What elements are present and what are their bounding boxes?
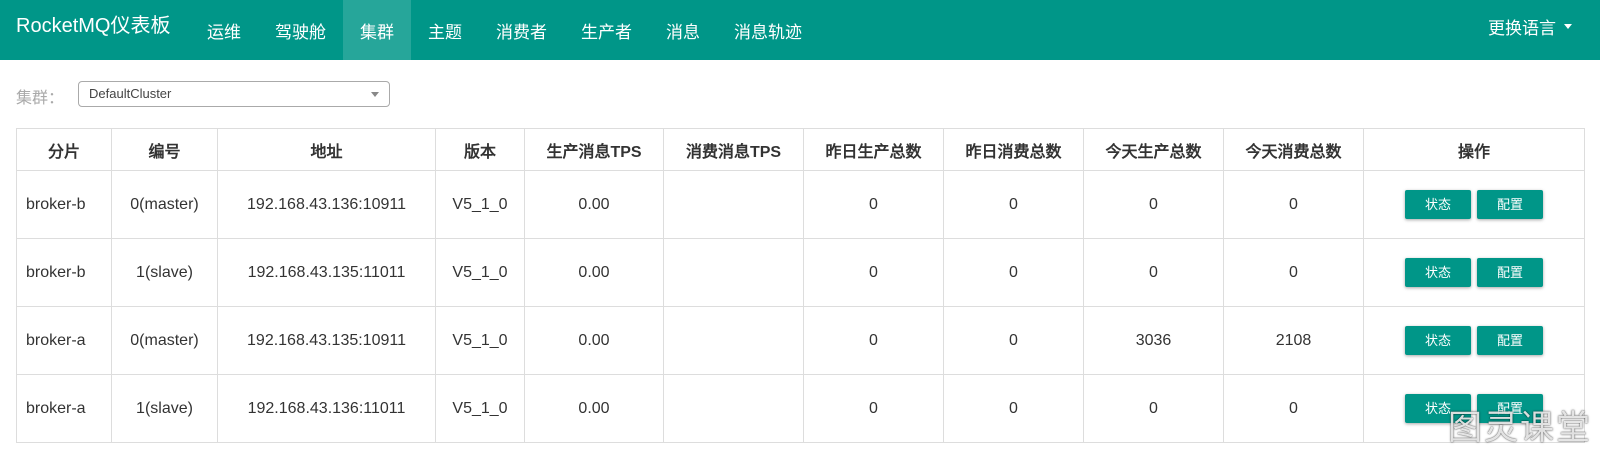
broker-version-cell: V5_1_0 xyxy=(435,374,525,443)
broker-id-cell: 1(slave) xyxy=(111,238,218,307)
nav-item-message-trace[interactable]: 消息轨迹 xyxy=(717,0,819,60)
column-header: 昨日生产总数 xyxy=(803,128,944,171)
broker-version-cell: V5_1_0 xyxy=(435,170,525,239)
nav-item-producer[interactable]: 生产者 xyxy=(564,0,649,60)
nav-item-dashboard[interactable]: 驾驶舱 xyxy=(258,0,343,60)
yesterday-consume-cell: 0 xyxy=(943,306,1084,375)
yesterday-produce-cell: 0 xyxy=(803,238,944,307)
today-consume-cell: 0 xyxy=(1223,238,1364,307)
broker-table: 分片 编号 地址 版本 生产消息TPS 消费消息TPS 昨日生产总数 昨日消费总… xyxy=(16,128,1585,443)
nav-item-label: 主题 xyxy=(428,22,462,42)
column-header: 操作 xyxy=(1363,128,1585,171)
column-header: 分片 xyxy=(16,128,112,171)
today-produce-cell: 0 xyxy=(1083,170,1224,239)
column-header: 版本 xyxy=(435,128,525,171)
broker-address-cell: 192.168.43.136:11011 xyxy=(217,374,436,443)
main-nav: 运维 驾驶舱 集群 主题 消费者 生产者 消息 消息轨迹 xyxy=(190,0,819,60)
yesterday-consume-cell: 0 xyxy=(943,374,1084,443)
consume-tps-cell xyxy=(663,170,804,239)
caret-down-icon xyxy=(1564,23,1572,29)
status-button[interactable]: 状态 xyxy=(1404,190,1471,219)
yesterday-produce-cell: 0 xyxy=(803,306,944,375)
cluster-select-value: DefaultCluster xyxy=(89,86,172,101)
produce-tps-cell: 0.00 xyxy=(524,238,664,307)
nav-item-cluster[interactable]: 集群 xyxy=(343,0,411,60)
cluster-label: 集群： xyxy=(16,90,65,107)
broker-address-cell: 192.168.43.136:10911 xyxy=(217,170,436,239)
nav-item-topic[interactable]: 主题 xyxy=(411,0,479,60)
broker-address-cell: 192.168.43.135:10911 xyxy=(217,306,436,375)
broker-name-cell: broker-b xyxy=(16,238,112,307)
top-navbar: RocketMQ仪表板 运维 驾驶舱 集群 主题 消费者 生产者 消息 消息轨迹… xyxy=(0,0,1600,60)
status-button[interactable]: 状态 xyxy=(1404,258,1471,287)
column-header: 地址 xyxy=(217,128,436,171)
nav-item-label: 集群 xyxy=(360,22,394,42)
table-row: broker-b 0(master) 192.168.43.136:10911 … xyxy=(16,170,1585,239)
column-header: 生产消息TPS xyxy=(524,128,664,171)
language-label: 更换语言 xyxy=(1488,18,1556,38)
broker-id-cell: 0(master) xyxy=(111,306,218,375)
yesterday-produce-cell: 0 xyxy=(803,170,944,239)
consume-tps-cell xyxy=(663,306,804,375)
table-row: broker-a 1(slave) 192.168.43.136:11011 V… xyxy=(16,374,1585,443)
nav-item-label: 生产者 xyxy=(581,22,632,42)
produce-tps-cell: 0.00 xyxy=(524,170,664,239)
chevron-down-icon xyxy=(371,92,379,97)
today-consume-cell: 0 xyxy=(1223,170,1364,239)
language-dropdown[interactable]: 更换语言 xyxy=(1488,0,1572,52)
brand-title[interactable]: RocketMQ仪表板 xyxy=(16,14,170,38)
today-consume-cell: 2108 xyxy=(1223,306,1364,375)
produce-tps-cell: 0.00 xyxy=(524,374,664,443)
actions-cell: 状态 配置 xyxy=(1363,238,1585,307)
table-row: broker-b 1(slave) 192.168.43.135:11011 V… xyxy=(16,238,1585,307)
today-produce-cell: 0 xyxy=(1083,238,1224,307)
yesterday-produce-cell: 0 xyxy=(803,374,944,443)
broker-name-cell: broker-b xyxy=(16,170,112,239)
status-button[interactable]: 状态 xyxy=(1404,326,1471,355)
broker-id-cell: 0(master) xyxy=(111,170,218,239)
broker-address-cell: 192.168.43.135:11011 xyxy=(217,238,436,307)
nav-item-ops[interactable]: 运维 xyxy=(190,0,258,60)
column-header: 今天生产总数 xyxy=(1083,128,1224,171)
nav-item-label: 消息 xyxy=(666,22,700,42)
column-header: 昨日消费总数 xyxy=(943,128,1084,171)
config-button[interactable]: 配置 xyxy=(1477,190,1544,219)
broker-version-cell: V5_1_0 xyxy=(435,238,525,307)
today-produce-cell: 3036 xyxy=(1083,306,1224,375)
actions-cell: 状态 配置 xyxy=(1363,306,1585,375)
nav-item-consumer[interactable]: 消费者 xyxy=(479,0,564,60)
broker-name-cell: broker-a xyxy=(16,374,112,443)
consume-tps-cell xyxy=(663,238,804,307)
consume-tps-cell xyxy=(663,374,804,443)
config-button[interactable]: 配置 xyxy=(1477,326,1544,355)
table-header-row: 分片 编号 地址 版本 生产消息TPS 消费消息TPS 昨日生产总数 昨日消费总… xyxy=(16,128,1585,171)
watermark: 图灵课堂 xyxy=(1448,408,1592,448)
nav-item-message[interactable]: 消息 xyxy=(649,0,717,60)
broker-id-cell: 1(slave) xyxy=(111,374,218,443)
actions-cell: 状态 配置 xyxy=(1363,170,1585,239)
broker-version-cell: V5_1_0 xyxy=(435,306,525,375)
table-row: broker-a 0(master) 192.168.43.135:10911 … xyxy=(16,306,1585,375)
nav-item-label: 运维 xyxy=(207,22,241,42)
today-consume-cell: 0 xyxy=(1223,374,1364,443)
yesterday-consume-cell: 0 xyxy=(943,170,1084,239)
nav-item-label: 驾驶舱 xyxy=(275,22,326,42)
today-produce-cell: 0 xyxy=(1083,374,1224,443)
nav-item-label: 消费者 xyxy=(496,22,547,42)
column-header: 消费消息TPS xyxy=(663,128,804,171)
config-button[interactable]: 配置 xyxy=(1477,258,1544,287)
column-header: 今天消费总数 xyxy=(1223,128,1364,171)
produce-tps-cell: 0.00 xyxy=(524,306,664,375)
cluster-select[interactable]: DefaultCluster xyxy=(78,81,390,107)
column-header: 编号 xyxy=(111,128,218,171)
nav-item-label: 消息轨迹 xyxy=(734,22,802,42)
broker-name-cell: broker-a xyxy=(16,306,112,375)
yesterday-consume-cell: 0 xyxy=(943,238,1084,307)
